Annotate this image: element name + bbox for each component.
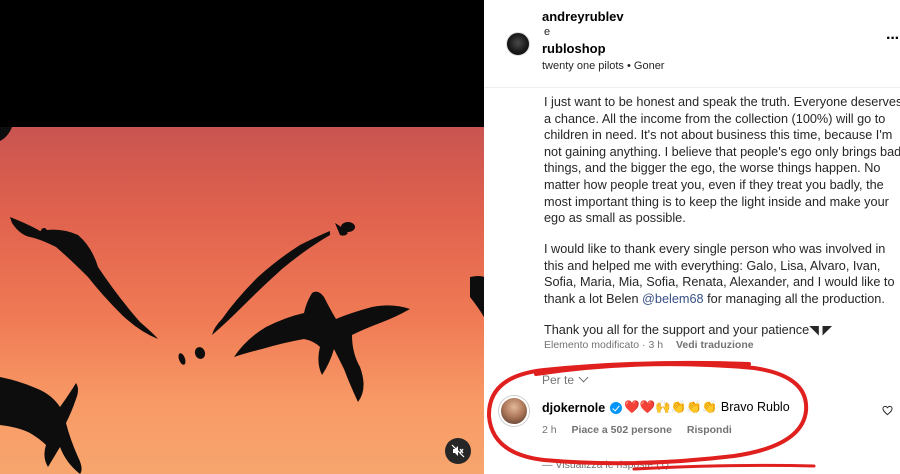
speaker-muted-icon <box>451 444 465 458</box>
commenter-avatar[interactable] <box>499 396 529 426</box>
heart-outline-icon <box>882 405 893 416</box>
comment-time: 2 h <box>542 424 557 436</box>
coauthor-username[interactable]: rubloshop <box>542 41 606 56</box>
ellipsis-icon: ··· <box>886 30 900 47</box>
post-header: andreyrublev e rubloshop twenty one pilo… <box>484 0 900 88</box>
caption-paragraph: I just want to be honest and speak the t… <box>544 95 900 226</box>
caption-paragraph: Thank you all for the support and your p… <box>544 323 833 338</box>
caption-meta: Elemento modificato · 3 h Vedi traduzion… <box>544 339 754 351</box>
chevron-down-icon <box>578 372 589 383</box>
bird-silhouettes-image <box>0 127 484 474</box>
comment-sort-dropdown[interactable]: Per te <box>542 372 589 387</box>
avatar[interactable] <box>506 32 530 56</box>
commenter-username[interactable]: djokernole <box>542 401 605 415</box>
mention-link[interactable]: @belem68 <box>642 292 704 306</box>
caption-text: for managing all the production. <box>703 292 885 307</box>
mute-button[interactable] <box>445 438 471 464</box>
post-details-panel: andreyrublev e rubloshop twenty one pilo… <box>484 0 900 474</box>
audio-track-link[interactable]: twenty one pilots • Goner <box>542 60 664 72</box>
post-media[interactable] <box>0 0 484 474</box>
comment-meta: 2 h Piace a 502 persone Rispondi <box>542 424 744 436</box>
like-comment-button[interactable] <box>882 405 893 419</box>
more-options-button[interactable]: ··· <box>886 30 900 50</box>
edited-timestamp: Elemento modificato · 3 h <box>544 339 664 351</box>
see-translation-link[interactable]: Vedi traduzione <box>676 339 754 351</box>
comment-sort-label: Per te <box>542 373 575 387</box>
post-caption: I just want to be honest and speak the t… <box>544 94 900 353</box>
reply-button[interactable]: Rispondi <box>687 424 732 436</box>
verified-badge-icon <box>610 402 622 414</box>
media-letterbox <box>0 0 484 127</box>
comment-likes-link[interactable]: Piace a 502 persone <box>572 424 672 436</box>
caption-paragraph: I would like to thank every single perso… <box>544 241 900 307</box>
comment-text: ❤️❤️🙌👏👏👏 Bravo Rublo <box>624 400 790 414</box>
coauthor-conjunction: e <box>544 26 551 38</box>
view-replies-link[interactable]: — Visualizza le risposte (1) <box>542 459 669 471</box>
author-username[interactable]: andreyrublev <box>542 9 624 24</box>
